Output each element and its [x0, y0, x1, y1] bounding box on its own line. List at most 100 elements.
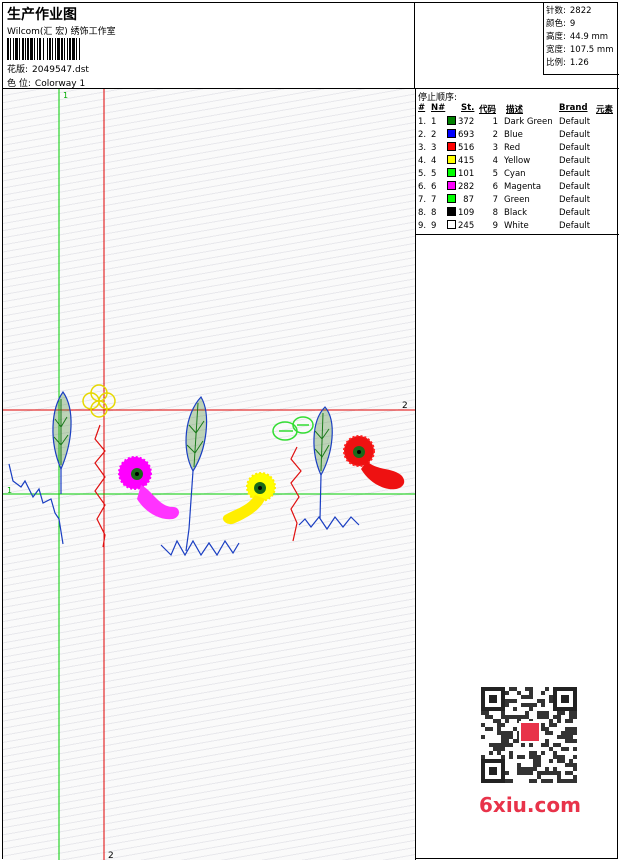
color-swatch [447, 207, 456, 216]
row-index: 1. [418, 117, 427, 127]
row-code: 8 [492, 208, 498, 218]
guide-label-v2: 2 [108, 851, 114, 860]
color-swatch [447, 220, 456, 229]
row-description: Dark Green [504, 117, 553, 127]
color-swatch [447, 116, 456, 125]
header-st: St. [461, 103, 475, 113]
table-row: 1. 1 372 1 Dark Green Default [416, 116, 620, 129]
stat-label: 高度: [546, 32, 566, 42]
row-code: 9 [492, 221, 498, 231]
stat-stitches: 针数: 2822 [546, 5, 619, 18]
stat-colors: 颜色: 9 [546, 18, 619, 31]
row-description: Cyan [504, 169, 526, 179]
bird-shape-yellow [222, 472, 276, 525]
leaf-shape-1 [52, 390, 72, 494]
table-row: 5. 5 101 5 Cyan Default [416, 168, 620, 181]
color-swatch [447, 181, 456, 190]
design-file-row: 花版: 2049547.dst [7, 62, 89, 75]
stat-label: 宽度: [546, 45, 566, 55]
row-stitches: 516 [458, 143, 475, 153]
header-spacer [415, 75, 619, 89]
row-needle: 8 [431, 208, 437, 218]
row-needle: 2 [431, 130, 437, 140]
design-value: 2049547.dst [32, 65, 89, 75]
row-code: 5 [492, 169, 498, 179]
row-brand: Default [559, 169, 591, 179]
qr-code-watermark [473, 685, 585, 785]
barcode [7, 38, 80, 60]
row-brand: Default [559, 117, 591, 127]
row-index: 9. [418, 221, 427, 231]
row-index: 2. [418, 130, 427, 140]
stop-sequence-table: 停止顺序: # N# St. 代码 描述 Brand 元素 1. 1 372 1 Dar… [415, 89, 619, 235]
color-swatch [447, 142, 456, 151]
stat-label: 颜色: [546, 19, 566, 29]
design-canvas: 1 2 1 2 [3, 89, 415, 860]
guide-label-v1: 1 [63, 91, 68, 100]
stat-value: 44.9 mm [569, 32, 609, 42]
row-needle: 4 [431, 156, 437, 166]
header-desc: 描述 [506, 105, 524, 115]
row-index: 3. [418, 143, 427, 153]
row-stitches: 693 [458, 130, 475, 140]
header-code: 代码 [479, 105, 497, 115]
row-stitches: 101 [458, 169, 475, 179]
guide-label-h1: 1 [7, 486, 12, 495]
design-label: 花版: [7, 65, 29, 75]
table-row: 3. 3 516 3 Red Default [416, 142, 620, 155]
color-swatch [447, 168, 456, 177]
row-needle: 6 [431, 182, 437, 192]
row-code: 4 [492, 156, 498, 166]
row-code: 3 [492, 143, 498, 153]
bird-shape-magenta [118, 456, 179, 520]
stat-label: 针数: [546, 6, 566, 16]
stem-shape-1 [8, 463, 64, 545]
color-swatch [447, 129, 456, 138]
row-description: Black [504, 208, 527, 218]
row-stitches: 372 [458, 117, 475, 127]
row-brand: Default [559, 208, 591, 218]
row-needle: 5 [431, 169, 437, 179]
color-swatch [447, 194, 456, 203]
table-row: 4. 4 415 4 Yellow Default [416, 155, 620, 168]
row-brand: Default [559, 156, 591, 166]
stat-width: 宽度: 107.5 mm [546, 44, 619, 57]
row-index: 5. [418, 169, 427, 179]
header-elem: 元素 [596, 105, 614, 115]
design-preview: 1 2 1 2 [3, 89, 415, 860]
stat-value: 107.5 mm [569, 45, 614, 55]
design-stats: 针数: 2822 颜色: 9 高度: 44.9 mm 宽度: 107.5 mm 比例: 1… [543, 3, 619, 75]
row-brand: Default [559, 182, 591, 192]
header-info: 生产作业图 Wilcom(汇 宏) 绣饰工作室 花版: 2049547.dst 色… [3, 3, 415, 89]
row-description: Red [504, 143, 521, 153]
row-stitches: 415 [458, 156, 475, 166]
flower-shape-green [272, 416, 314, 441]
row-needle: 7 [431, 195, 437, 205]
watermark-text: 6xiu.com [479, 793, 581, 817]
stat-height: 高度: 44.9 mm [546, 31, 619, 44]
header-n: N# [431, 103, 446, 113]
row-stitches: 245 [458, 221, 475, 231]
table-row: 7. 7 87 7 Green Default [416, 194, 620, 207]
row-brand: Default [559, 195, 591, 205]
row-stitches: 87 [463, 195, 474, 205]
colorway-row: 色 位: Colorway 1 [7, 76, 85, 89]
row-code: 2 [492, 130, 498, 140]
row-needle: 3 [431, 143, 437, 153]
table-row: 8. 8 109 8 Black Default [416, 207, 620, 220]
page-title: 生产作业图 [7, 7, 77, 23]
row-stitches: 109 [458, 208, 475, 218]
studio-name: Wilcom(汇 宏) 绣饰工作室 [7, 27, 116, 37]
row-description: White [504, 221, 529, 231]
table-header: # N# St. 代码 描述 Brand 元素 [416, 103, 620, 116]
colorway-value: Colorway 1 [34, 79, 86, 89]
row-needle: 9 [431, 221, 437, 231]
bird-shape-red [343, 435, 405, 490]
production-sheet: 生产作业图 Wilcom(汇 宏) 绣饰工作室 花版: 2049547.dst 色… [2, 2, 619, 860]
header-idx: # [418, 103, 426, 113]
row-brand: Default [559, 221, 591, 231]
row-index: 6. [418, 182, 427, 192]
row-needle: 1 [431, 117, 437, 127]
row-description: Blue [504, 130, 523, 140]
stat-value: 1.26 [569, 58, 589, 68]
